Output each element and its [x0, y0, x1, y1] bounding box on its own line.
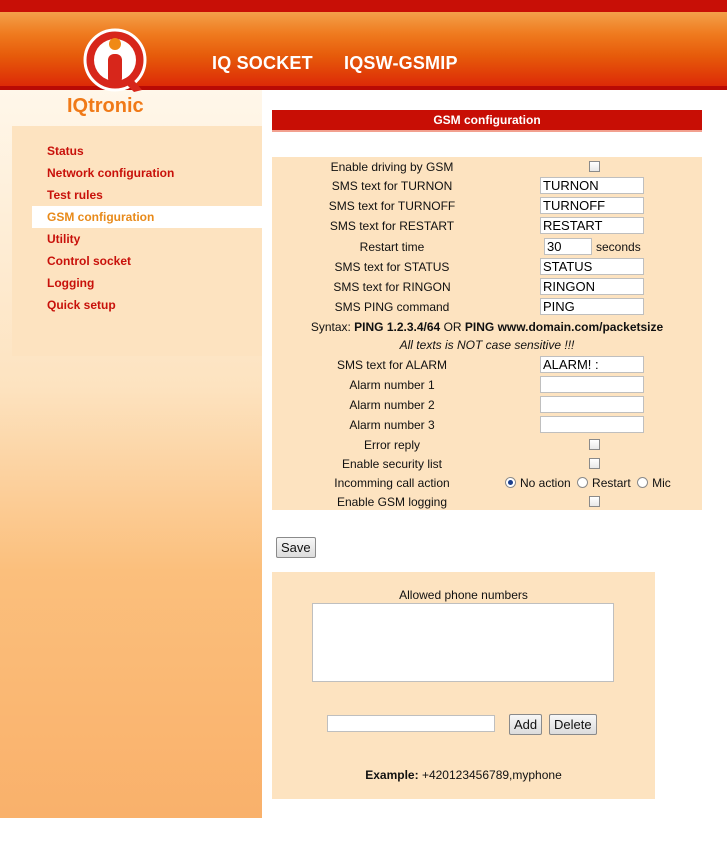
sidebar-item-gsm-configuration[interactable]: GSM configuration — [32, 206, 262, 228]
ping-syntax: Syntax: PING 1.2.3.4/64 OR PING www.doma… — [272, 318, 702, 336]
alarm2-input[interactable] — [540, 396, 644, 413]
enable-driving-label: Enable driving by GSM — [330, 160, 454, 174]
restart-time-input[interactable] — [544, 238, 592, 255]
turnoff-label: SMS text for TURNOFF — [328, 199, 456, 213]
iqtronic-logo: IQtronic — [67, 28, 147, 117]
example-text: Example: +420123456789,myphone — [272, 768, 655, 782]
restart-time-row: Restart time seconds — [272, 237, 702, 257]
radio-mic-label: Mic — [652, 476, 671, 490]
ping-row: SMS PING command — [272, 297, 702, 317]
allowed-numbers-textarea[interactable] — [312, 603, 614, 682]
product-name: IQ SOCKET — [212, 53, 313, 73]
gsm-config-form: Enable driving by GSM SMS text for TURNO… — [272, 157, 702, 510]
turnoff-row: SMS text for TURNOFF — [272, 196, 702, 216]
case-note: All texts is NOT case sensitive !!! — [399, 338, 575, 352]
save-button[interactable]: Save — [276, 537, 316, 558]
sidebar-item-logging[interactable]: Logging — [12, 272, 262, 294]
alarm-row: SMS text for ALARM — [272, 355, 702, 375]
phone-number-input[interactable] — [327, 715, 495, 732]
syntax-example-domain: PING www.domain.com/packetsize — [464, 320, 664, 334]
sidebar-item-utility[interactable]: Utility — [12, 228, 262, 250]
enable-driving-checkbox[interactable] — [589, 161, 600, 172]
alarm-label: SMS text for ALARM — [336, 358, 448, 372]
page-title: GSM configuration — [272, 110, 702, 132]
radio-no-action[interactable] — [505, 477, 516, 488]
sidebar-nav: Status Network configuration Test rules … — [12, 126, 262, 356]
header-title: IQ SOCKET IQSW-GSMIP — [212, 53, 484, 74]
restart-time-label: Restart time — [359, 240, 425, 254]
ringon-label: SMS text for RINGON — [333, 280, 451, 294]
alarm1-input[interactable] — [540, 376, 644, 393]
sidebar-item-control-socket[interactable]: Control socket — [12, 250, 262, 272]
ringon-input[interactable] — [540, 278, 644, 295]
alarm3-label: Alarm number 3 — [349, 418, 435, 432]
gsm-logging-label: Enable GSM logging — [336, 495, 448, 509]
main-content: GSM configuration Enable driving by GSM … — [262, 90, 727, 818]
ping-input[interactable] — [540, 298, 644, 315]
incoming-call-label: Incomming call action — [334, 476, 450, 490]
footer — [0, 818, 727, 849]
alarm2-label: Alarm number 2 — [349, 398, 435, 412]
turnon-input[interactable] — [540, 177, 644, 194]
syntax-or: OR — [440, 320, 465, 334]
logo-text: IQtronic — [67, 95, 144, 117]
error-reply-label: Error reply — [363, 438, 420, 452]
security-list-label: Enable security list — [341, 457, 443, 471]
allowed-numbers-title: Allowed phone numbers — [399, 588, 528, 602]
syntax-prefix: Syntax: — [310, 320, 355, 334]
syntax-example-ip: PING 1.2.3.4/64 — [354, 320, 441, 334]
status-row: SMS text for STATUS — [272, 257, 702, 277]
ringon-row: SMS text for RINGON — [272, 277, 702, 297]
error-reply-checkbox[interactable] — [589, 439, 600, 450]
delete-button[interactable]: Delete — [549, 714, 597, 735]
error-reply-row: Error reply — [272, 435, 702, 455]
restart-time-unit: seconds — [596, 240, 641, 254]
status-label: SMS text for STATUS — [334, 260, 450, 274]
turnoff-input[interactable] — [540, 197, 644, 214]
restart-input[interactable] — [540, 217, 644, 234]
alarm-input[interactable] — [540, 356, 644, 373]
radio-no-action-label: No action — [520, 476, 571, 490]
radio-mic[interactable] — [637, 477, 649, 488]
security-list-row: Enable security list — [272, 454, 702, 474]
status-input[interactable] — [540, 258, 644, 275]
incoming-call-row: Incomming call action No action Restart … — [272, 473, 702, 493]
radio-restart[interactable] — [577, 477, 589, 488]
security-list-checkbox[interactable] — [589, 458, 600, 469]
enable-driving-row: Enable driving by GSM — [272, 157, 702, 177]
alarm3-row: Alarm number 3 — [272, 415, 702, 435]
sidebar-item-test-rules[interactable]: Test rules — [12, 184, 262, 206]
add-button[interactable]: Add — [509, 714, 543, 735]
sidebar-item-status[interactable]: Status — [12, 140, 262, 162]
example-label: Example: — [365, 768, 419, 782]
alarm1-row: Alarm number 1 — [272, 375, 702, 395]
allowed-numbers-panel: Allowed phone numbers Add Delete Example… — [272, 572, 655, 799]
restart-row: SMS text for RESTART — [272, 216, 702, 236]
sidebar-item-network-configuration[interactable]: Network configuration — [12, 162, 262, 184]
turnon-label: SMS text for TURNON — [331, 179, 453, 193]
radio-restart-label: Restart — [592, 476, 631, 490]
incoming-call-options: No action Restart Mic — [505, 473, 671, 493]
model-name: IQSW-GSMIP — [344, 53, 458, 73]
example-value: +420123456789,myphone — [418, 768, 562, 782]
gsm-logging-checkbox[interactable] — [589, 496, 600, 507]
alarm1-label: Alarm number 1 — [349, 378, 435, 392]
alarm3-input[interactable] — [540, 416, 644, 433]
ping-label: SMS PING command — [334, 300, 450, 314]
alarm2-row: Alarm number 2 — [272, 395, 702, 415]
gsm-logging-row: Enable GSM logging — [272, 492, 702, 512]
turnon-row: SMS text for TURNON — [272, 176, 702, 196]
restart-label: SMS text for RESTART — [329, 219, 455, 233]
sidebar-item-quick-setup[interactable]: Quick setup — [12, 294, 262, 316]
